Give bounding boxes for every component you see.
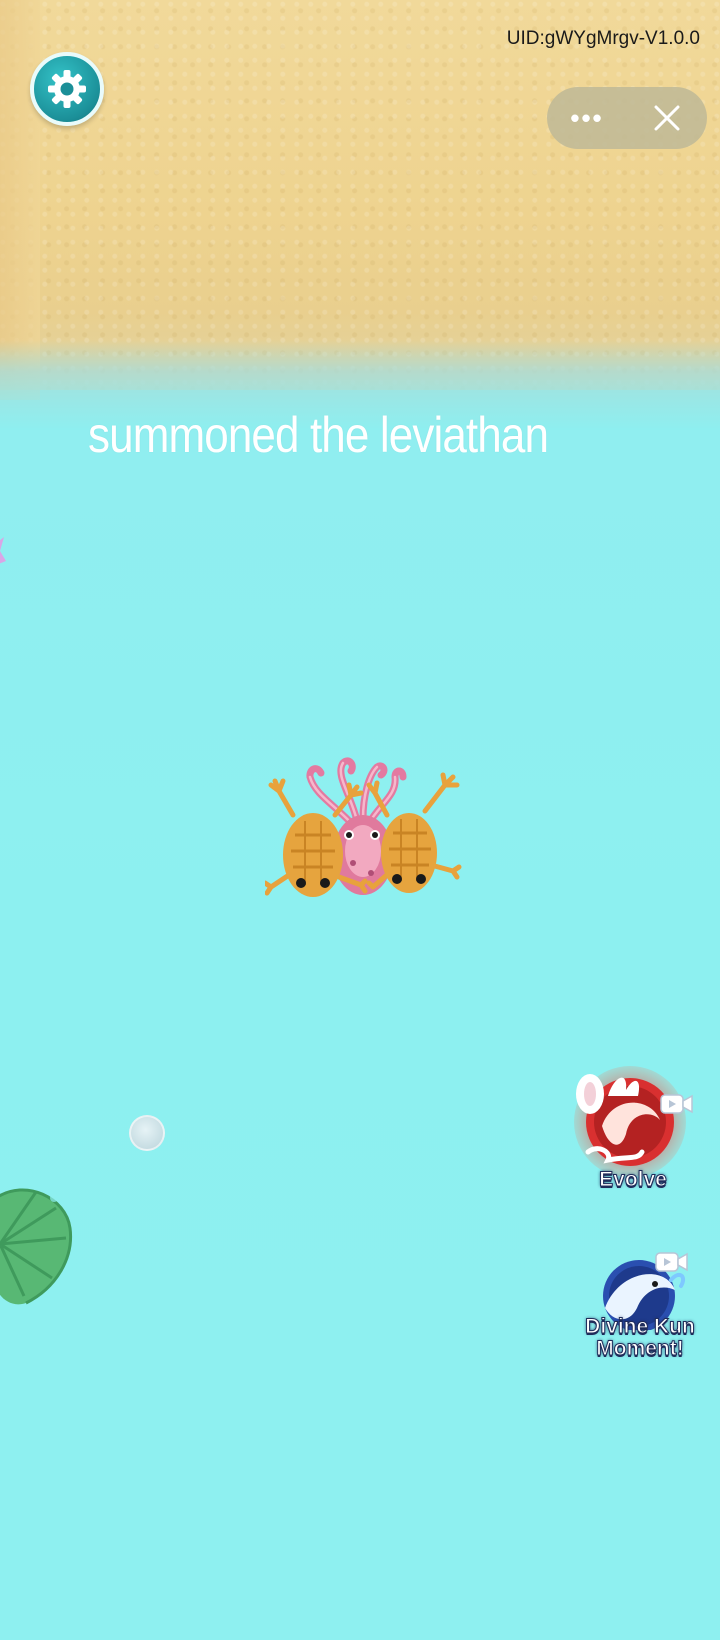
gear-icon (48, 70, 86, 108)
offscreen-creature (0, 537, 6, 564)
close-button[interactable] (627, 87, 707, 149)
evolve-emblem (574, 1066, 686, 1176)
status-message: summoned the leviathan (88, 407, 549, 463)
settings-button[interactable] (30, 52, 104, 126)
video-camera-icon (655, 1252, 688, 1272)
uid-label: UID:gWYgMrgv-V1.0.0 (506, 28, 700, 49)
divine-kun-label: Divine Kun Moment! (575, 1315, 705, 1360)
divine-kun-button[interactable]: Divine Kun Moment! (575, 1250, 705, 1390)
evolve-label: Evolve (599, 1168, 668, 1192)
video-camera-icon (660, 1094, 693, 1114)
divine-kun-label-line2: Moment! (596, 1337, 685, 1360)
more-dots-icon: ••• (570, 102, 604, 133)
lily-pad (0, 1188, 73, 1305)
player-creature-group (265, 757, 462, 897)
evolve-button[interactable]: Evolve (568, 1056, 698, 1196)
more-button[interactable]: ••• (547, 87, 627, 149)
water-area (0, 430, 720, 1640)
joystick-knob[interactable] (129, 1115, 165, 1151)
miniprogram-capsule: ••• (547, 87, 707, 149)
close-icon (654, 105, 680, 131)
divine-kun-label-line1: Divine Kun (585, 1315, 696, 1338)
sand-beach (0, 0, 720, 390)
